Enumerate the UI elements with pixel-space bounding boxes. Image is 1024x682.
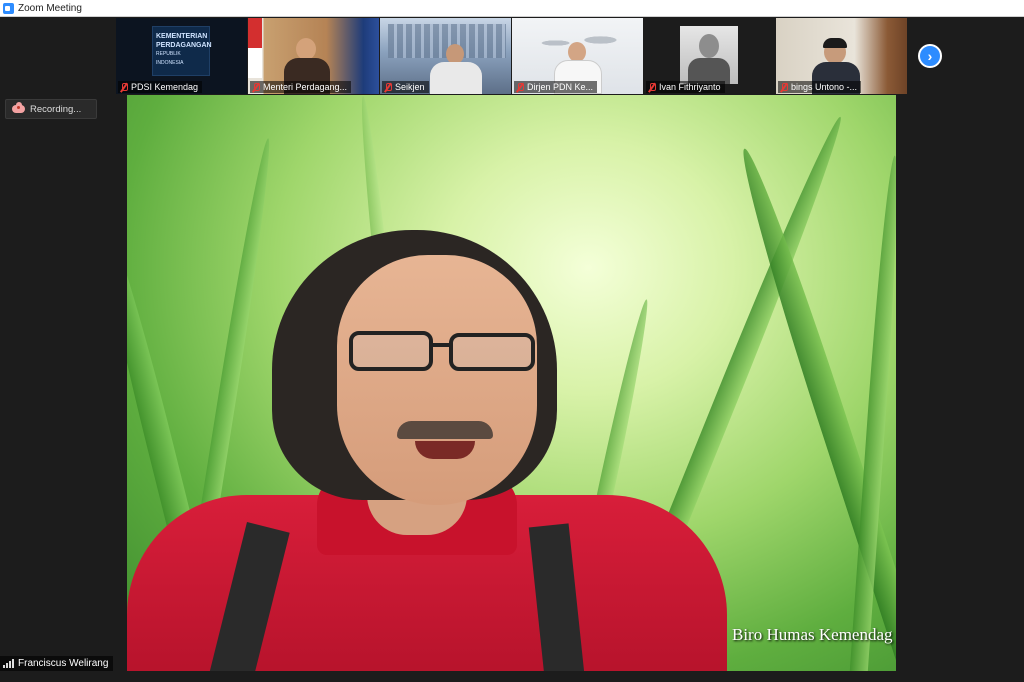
chevron-right-icon: ›	[927, 48, 933, 64]
glasses-lens-right	[449, 333, 535, 371]
participant-tile[interactable]: Seikjen	[380, 18, 511, 94]
person-silhouette	[296, 38, 316, 60]
recording-label: Recording...	[30, 103, 82, 115]
gallery-next-button[interactable]: ›	[918, 44, 942, 68]
mic-muted-icon	[120, 82, 128, 92]
person-silhouette	[699, 34, 719, 58]
active-speaker-video[interactable]: Biro Humas Kemendag	[127, 95, 896, 671]
participant-tile[interactable]: KEMENTERIAN PERDAGANGAN REPUBLIK INDONES…	[116, 18, 247, 94]
profile-photo	[680, 26, 738, 84]
meeting-window: KEMENTERIAN PERDAGANGAN REPUBLIK INDONES…	[0, 17, 1024, 682]
person-silhouette	[446, 44, 464, 64]
kemendag-logo: KEMENTERIAN PERDAGANGAN REPUBLIK INDONES…	[152, 26, 212, 76]
speaker-face	[337, 255, 537, 505]
window-titlebar: Zoom Meeting	[0, 0, 1024, 17]
broadcast-watermark: Biro Humas Kemendag	[732, 625, 893, 644]
participant-tile[interactable]: Menteri Perdagang...	[248, 18, 379, 94]
participant-tile[interactable]: Dirjen PDN Ke...	[512, 18, 643, 94]
person-silhouette	[568, 42, 586, 62]
window-title: Zoom Meeting	[18, 2, 82, 14]
active-speaker-name-label: Franciscus Welirang	[0, 656, 114, 671]
zoom-app-icon	[3, 2, 14, 14]
participant-name-label: bings Untono -...	[778, 81, 862, 93]
mic-muted-icon	[252, 82, 260, 92]
mic-muted-icon	[516, 82, 524, 92]
person-hair	[823, 38, 847, 48]
speaker-mustache	[397, 421, 493, 439]
mic-muted-icon	[780, 82, 788, 92]
speaker-glasses	[349, 331, 535, 373]
cloud-record-icon	[12, 102, 25, 113]
mic-muted-icon	[384, 82, 392, 92]
recording-indicator[interactable]: Recording...	[5, 99, 97, 119]
participant-name-label: Ivan Fithriyanto	[646, 81, 725, 93]
signal-strength-icon	[3, 659, 14, 668]
participant-name-label: Menteri Perdagang...	[250, 81, 352, 93]
participant-gallery: KEMENTERIAN PERDAGANGAN REPUBLIK INDONES…	[116, 18, 907, 94]
mic-muted-icon	[648, 82, 656, 92]
flag-decoration	[248, 18, 262, 78]
glasses-bridge	[431, 343, 451, 347]
speaker-mouth	[415, 441, 475, 459]
participant-name-label: Dirjen PDN Ke...	[514, 81, 598, 93]
participant-tile[interactable]: bings Untono -...	[776, 18, 907, 94]
glasses-lens-left	[349, 331, 433, 371]
person-body	[430, 62, 482, 94]
participant-name-label: PDSI Kemendag	[118, 81, 203, 93]
participant-name-label: Seikjen	[382, 81, 429, 93]
participant-tile[interactable]: Ivan Fithriyanto	[644, 18, 775, 94]
